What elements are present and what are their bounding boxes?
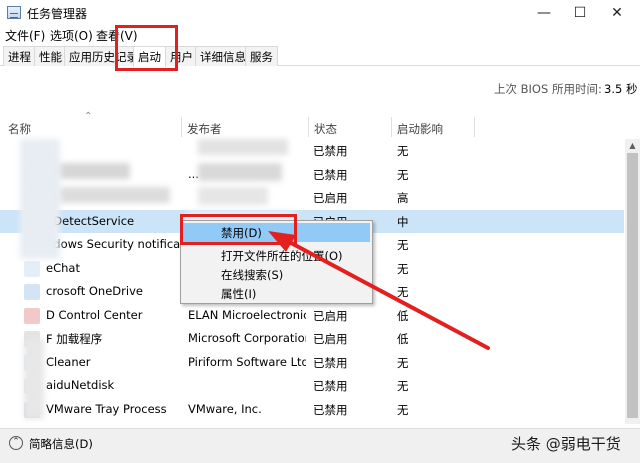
table-row[interactable]: Cleaner Piriform Software Ltd 已禁用 无: [0, 351, 624, 374]
row-status: 已禁用: [313, 167, 348, 182]
annotation-box-disable: [180, 214, 297, 245]
row-name: F 加载程序: [46, 332, 103, 346]
row-impact: 无: [397, 402, 409, 417]
row-name: eChat: [46, 260, 80, 275]
row-impact: 无: [397, 167, 409, 182]
vertical-scrollbar[interactable]: ▲: [625, 139, 640, 424]
column-status[interactable]: 状态: [314, 121, 337, 137]
table-row[interactable]: D Control Center ELAN Microelectronic... 已…: [0, 304, 624, 327]
row-status: 已禁用: [313, 402, 348, 417]
app-icon: [24, 260, 40, 277]
row-impact: 无: [397, 261, 409, 276]
column-divider[interactable]: [308, 117, 309, 137]
tab-processes[interactable]: 进程: [3, 46, 36, 66]
privacy-blur: [198, 139, 288, 155]
task-manager-icon: [7, 6, 21, 19]
row-status: 已禁用: [313, 355, 348, 370]
row-impact: 无: [397, 285, 409, 299]
row-name: VMware Tray Process: [46, 401, 167, 416]
collapse-icon[interactable]: ⌃: [9, 436, 23, 450]
close-button[interactable]: ✕: [594, 0, 640, 26]
row-status: 已禁用: [313, 379, 348, 393]
row-name: ndows Security notifica...: [46, 237, 180, 251]
row-publisher: Piriform Software Ltd: [188, 354, 306, 369]
menu-options[interactable]: 选项(O): [50, 27, 93, 44]
row-impact: 无: [397, 238, 409, 252]
tab-details[interactable]: 详细信息: [195, 46, 251, 66]
row-impact: 无: [397, 355, 409, 370]
scroll-thumb[interactable]: [627, 153, 638, 418]
column-name[interactable]: 名称: [8, 121, 31, 137]
menu-item-open-location[interactable]: 打开文件所在的位置(O): [183, 246, 370, 265]
row-publisher: ELAN Microelectronic...: [188, 307, 306, 322]
row-impact: 低: [397, 332, 409, 346]
row-name: Cleaner: [46, 354, 91, 369]
tab-performance[interactable]: 性能: [34, 46, 67, 66]
watermark: 头条 @弱电干货: [511, 435, 621, 453]
row-status: 已禁用: [313, 144, 348, 158]
row-name: D Control Center: [46, 307, 143, 322]
menu-item-search-online[interactable]: 在线搜索(S): [183, 265, 370, 284]
privacy-blur: [198, 163, 282, 181]
menu-bar: 文件(F) 选项(O) 查看(V): [0, 26, 640, 44]
row-publisher: Microsoft Corporation: [188, 331, 306, 345]
scroll-up-icon[interactable]: ▲: [625, 139, 640, 153]
row-impact: 中: [397, 214, 409, 229]
row-status: 已启用: [313, 191, 348, 205]
column-header: 名称 发布者 状态 启动影响: [0, 117, 640, 139]
table-row[interactable]: VMware Tray Process VMware, Inc. 已禁用 无: [0, 398, 624, 421]
row-impact: 无: [397, 144, 409, 158]
privacy-blur: [20, 139, 60, 259]
privacy-blur: [198, 187, 268, 205]
menu-item-properties[interactable]: 属性(I): [183, 284, 370, 303]
title-bar: 任务管理器 — ☐ ✕: [0, 0, 640, 26]
annotation-box-startup-tab: [115, 25, 178, 71]
app-icon: [24, 307, 40, 324]
column-impact[interactable]: 启动影响: [397, 121, 443, 137]
tab-bar: 进程 性能 应用历史记录 启动 用户 详细信息 服务: [0, 44, 640, 67]
fewer-details-link[interactable]: 简略信息(D): [29, 436, 93, 452]
row-impact: 无: [397, 379, 409, 393]
row-status: 已启用: [313, 308, 348, 323]
row-name: nDetectService: [46, 213, 135, 228]
column-divider[interactable]: [391, 117, 392, 137]
window-title: 任务管理器: [27, 7, 88, 21]
column-divider[interactable]: [181, 117, 182, 137]
row-impact: 低: [397, 308, 409, 323]
privacy-blur: [24, 339, 44, 419]
row-name: crosoft OneDrive: [46, 284, 143, 298]
app-icon: [24, 284, 40, 300]
menu-file[interactable]: 文件(F): [5, 27, 45, 44]
table-row[interactable]: F 加载程序 Microsoft Corporation 已启用 低: [0, 327, 624, 350]
privacy-blur: [60, 187, 170, 203]
column-publisher[interactable]: 发布者: [187, 121, 222, 137]
table-row[interactable]: aiduNetdisk 已禁用 无: [0, 374, 624, 397]
tab-services[interactable]: 服务: [245, 46, 278, 66]
privacy-blur: [60, 163, 130, 179]
bios-time-label: 上次 BIOS 所用时间:: [494, 82, 602, 96]
row-impact: 高: [397, 191, 409, 205]
row-status: 已启用: [313, 332, 348, 346]
bios-time-value: 3.5 秒: [604, 82, 638, 96]
column-divider[interactable]: [474, 117, 475, 137]
table-row[interactable]: 已禁用 无: [0, 139, 624, 162]
row-name: aiduNetdisk: [46, 378, 115, 392]
footer-bar: ⌃ 简略信息(D) 头条 @弱电干货: [0, 428, 640, 463]
row-publisher: VMware, Inc.: [188, 401, 262, 416]
